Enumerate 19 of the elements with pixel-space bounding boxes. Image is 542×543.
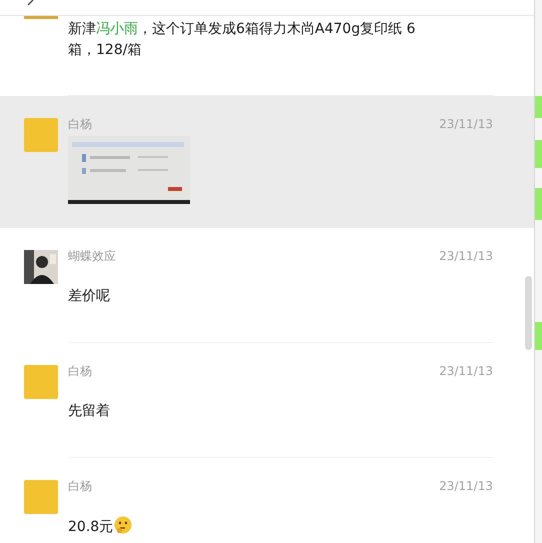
message-text: 新津冯小雨，这个订单发成6箱得力木尚A470g复印纸 6箱，128/箱 [68,20,416,60]
chat-bubble [535,140,542,168]
sender-name: 白杨 [68,362,92,380]
message-time: 23/11/13 [439,479,493,493]
message-time: 23/11/13 [439,249,493,263]
scrollbar-thumb[interactable] [525,276,532,350]
chat-bubble [535,188,542,220]
message-text: 差价呢 [68,287,111,306]
message-text: 先留着 [68,402,111,421]
message-text: 20.8元 [68,516,420,538]
sender-name: 白杨 [68,478,92,494]
chat-bubble [535,322,542,350]
back-icon[interactable] [26,0,34,6]
sender-name: 白杨 [68,116,92,132]
sender-name: 蝴蝶效应 [68,248,116,264]
message-time: 23/11/13 [439,364,493,378]
emoji-icon [114,516,132,534]
message-time: 23/11/13 [439,117,493,131]
chat-bubble [535,96,542,118]
